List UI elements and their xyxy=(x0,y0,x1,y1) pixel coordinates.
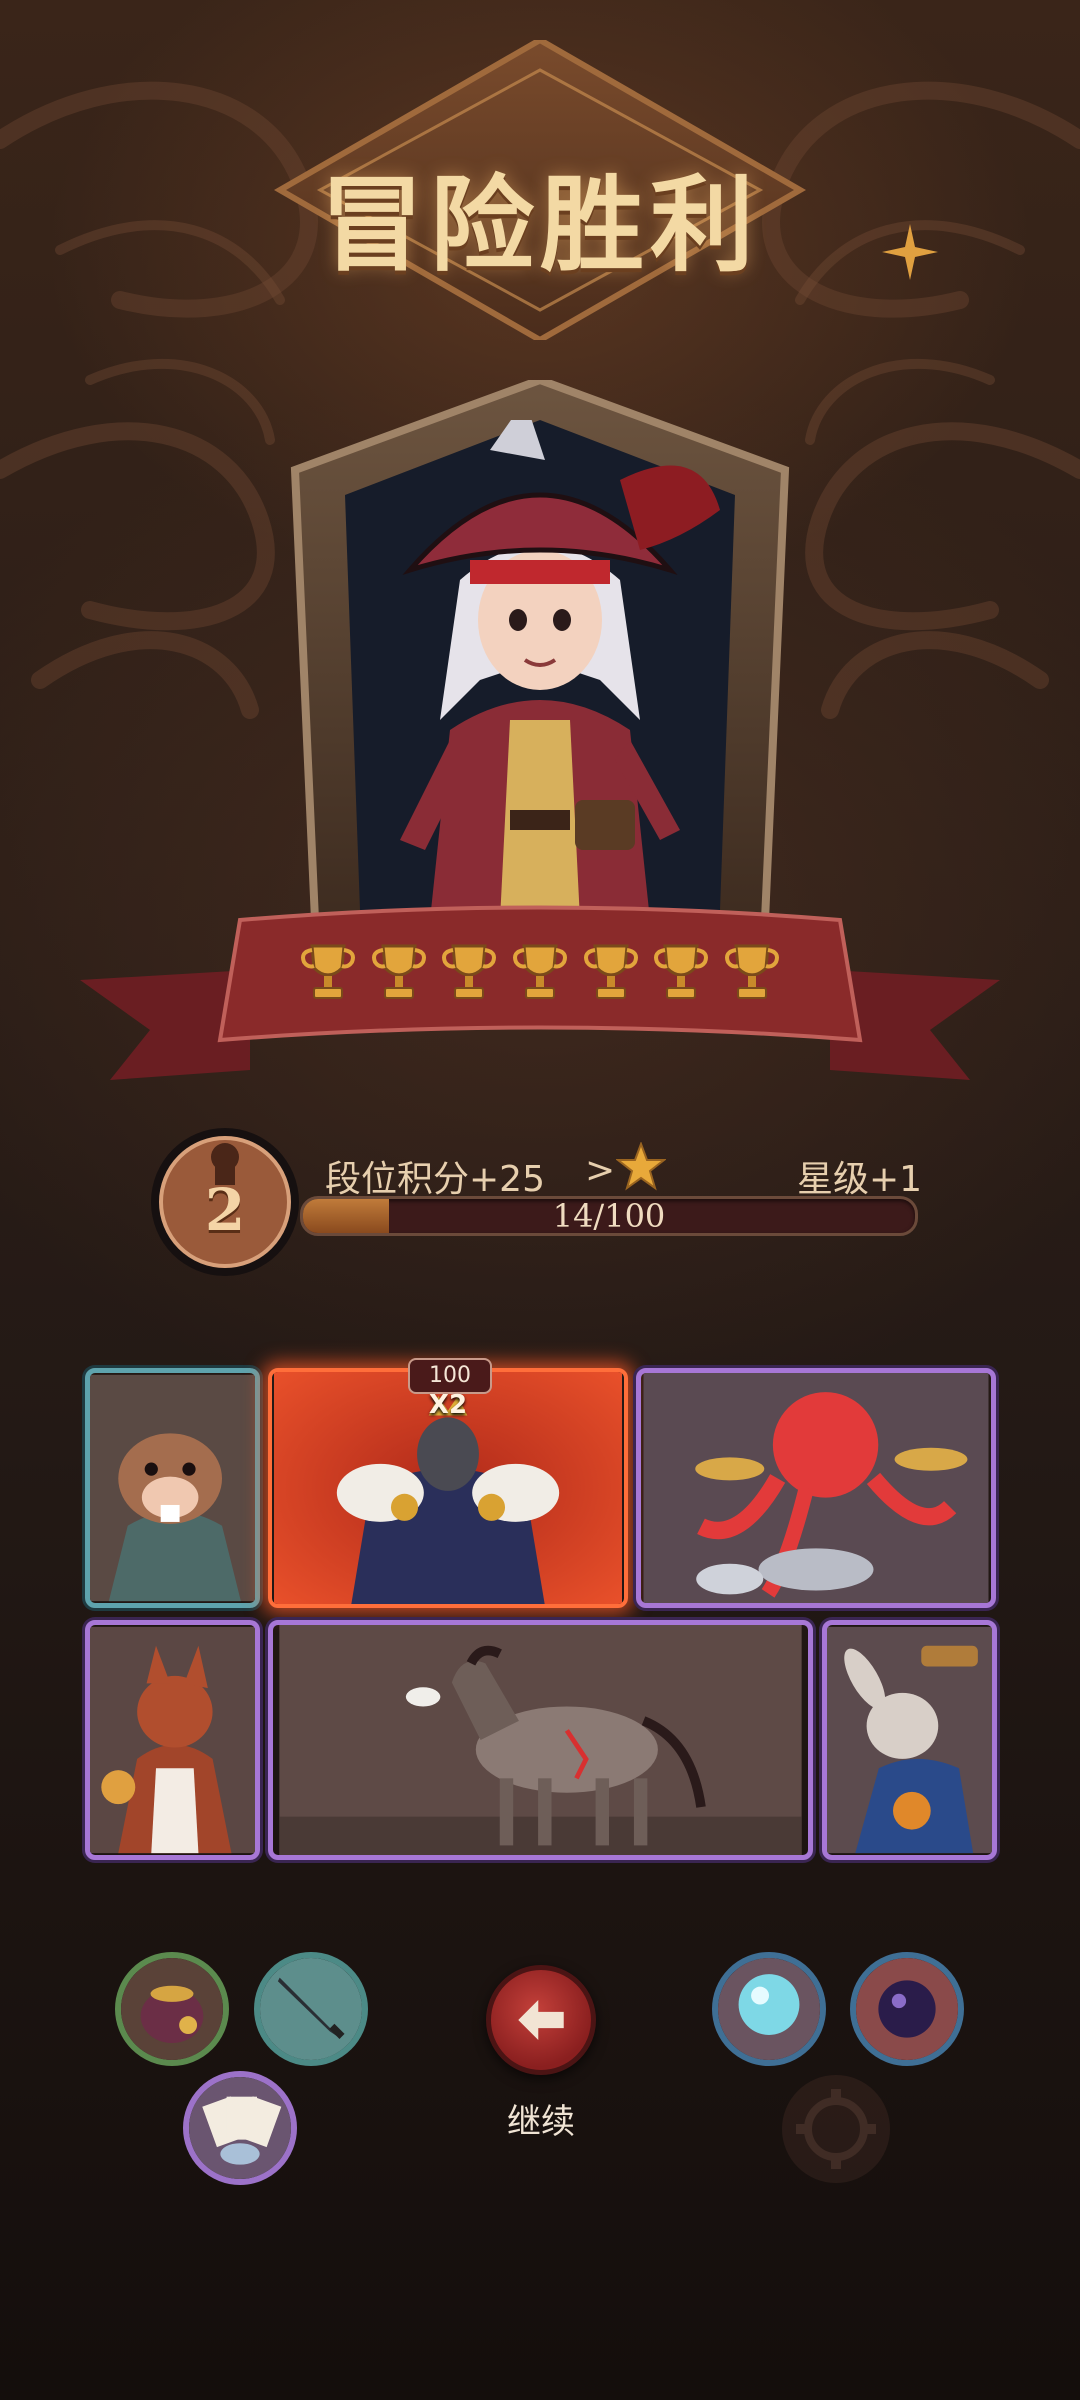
trophy-icon xyxy=(724,944,779,999)
trophy-icon xyxy=(301,944,355,999)
arrow-left-icon xyxy=(518,2000,564,2040)
relic-coin-bag[interactable] xyxy=(115,1952,229,2066)
trophy-icon xyxy=(442,944,497,999)
rabbit-art xyxy=(827,1626,992,1854)
continue-button[interactable] xyxy=(486,1965,596,2075)
relic-cards[interactable] xyxy=(183,2071,297,2185)
card-beaver[interactable] xyxy=(85,1368,260,1608)
relic-purple-orb[interactable] xyxy=(850,1952,964,2066)
star-icon xyxy=(616,1142,666,1191)
trophy-icon xyxy=(512,944,567,999)
rank-points-label: 段位积分+25 xyxy=(325,1159,545,1200)
card-level-badge: 100 xyxy=(408,1358,492,1394)
rank-level-number: 2 xyxy=(204,1176,246,1244)
beaver-art xyxy=(90,1374,255,1602)
relic-blue-orb[interactable] xyxy=(712,1952,826,2066)
blue-orb-icon xyxy=(718,1958,820,2060)
card-octopus[interactable] xyxy=(636,1368,996,1608)
coin-bag-icon xyxy=(121,1958,223,2060)
hero-pirate-portrait xyxy=(400,420,720,920)
card-rabbit[interactable] xyxy=(822,1620,997,1860)
rank-arrow: > xyxy=(585,1150,616,1191)
gear-icon xyxy=(782,2075,890,2183)
rank-progress-text: 14/100 xyxy=(552,1197,666,1235)
sparkle-icon xyxy=(882,224,938,280)
star-level-label: 星级+1 xyxy=(797,1159,923,1200)
victory-screen: 冒险胜利 2 段位积分+25 > 星级+1 14/100 100 X2 继续 xyxy=(0,0,1080,2400)
card-squirrel[interactable] xyxy=(85,1620,260,1860)
card-multiplier: X2 xyxy=(428,1390,468,1420)
dagger-icon xyxy=(260,1958,362,2060)
trophy-icon xyxy=(654,944,709,999)
squirrel-art xyxy=(90,1626,255,1854)
continue-label: 继续 xyxy=(507,2102,575,2142)
trophy-row xyxy=(300,942,780,1006)
card-horse[interactable] xyxy=(268,1620,813,1860)
relic-dagger[interactable] xyxy=(254,1952,368,2066)
trophy-icon xyxy=(583,944,638,999)
cards-icon xyxy=(189,2077,291,2179)
octopus-drummer-art xyxy=(643,1373,989,1603)
purple-orb-icon xyxy=(856,1958,958,2060)
relic-gear-locked xyxy=(780,2073,892,2185)
trophy-icon xyxy=(371,944,426,999)
undead-horse-art xyxy=(279,1625,802,1855)
